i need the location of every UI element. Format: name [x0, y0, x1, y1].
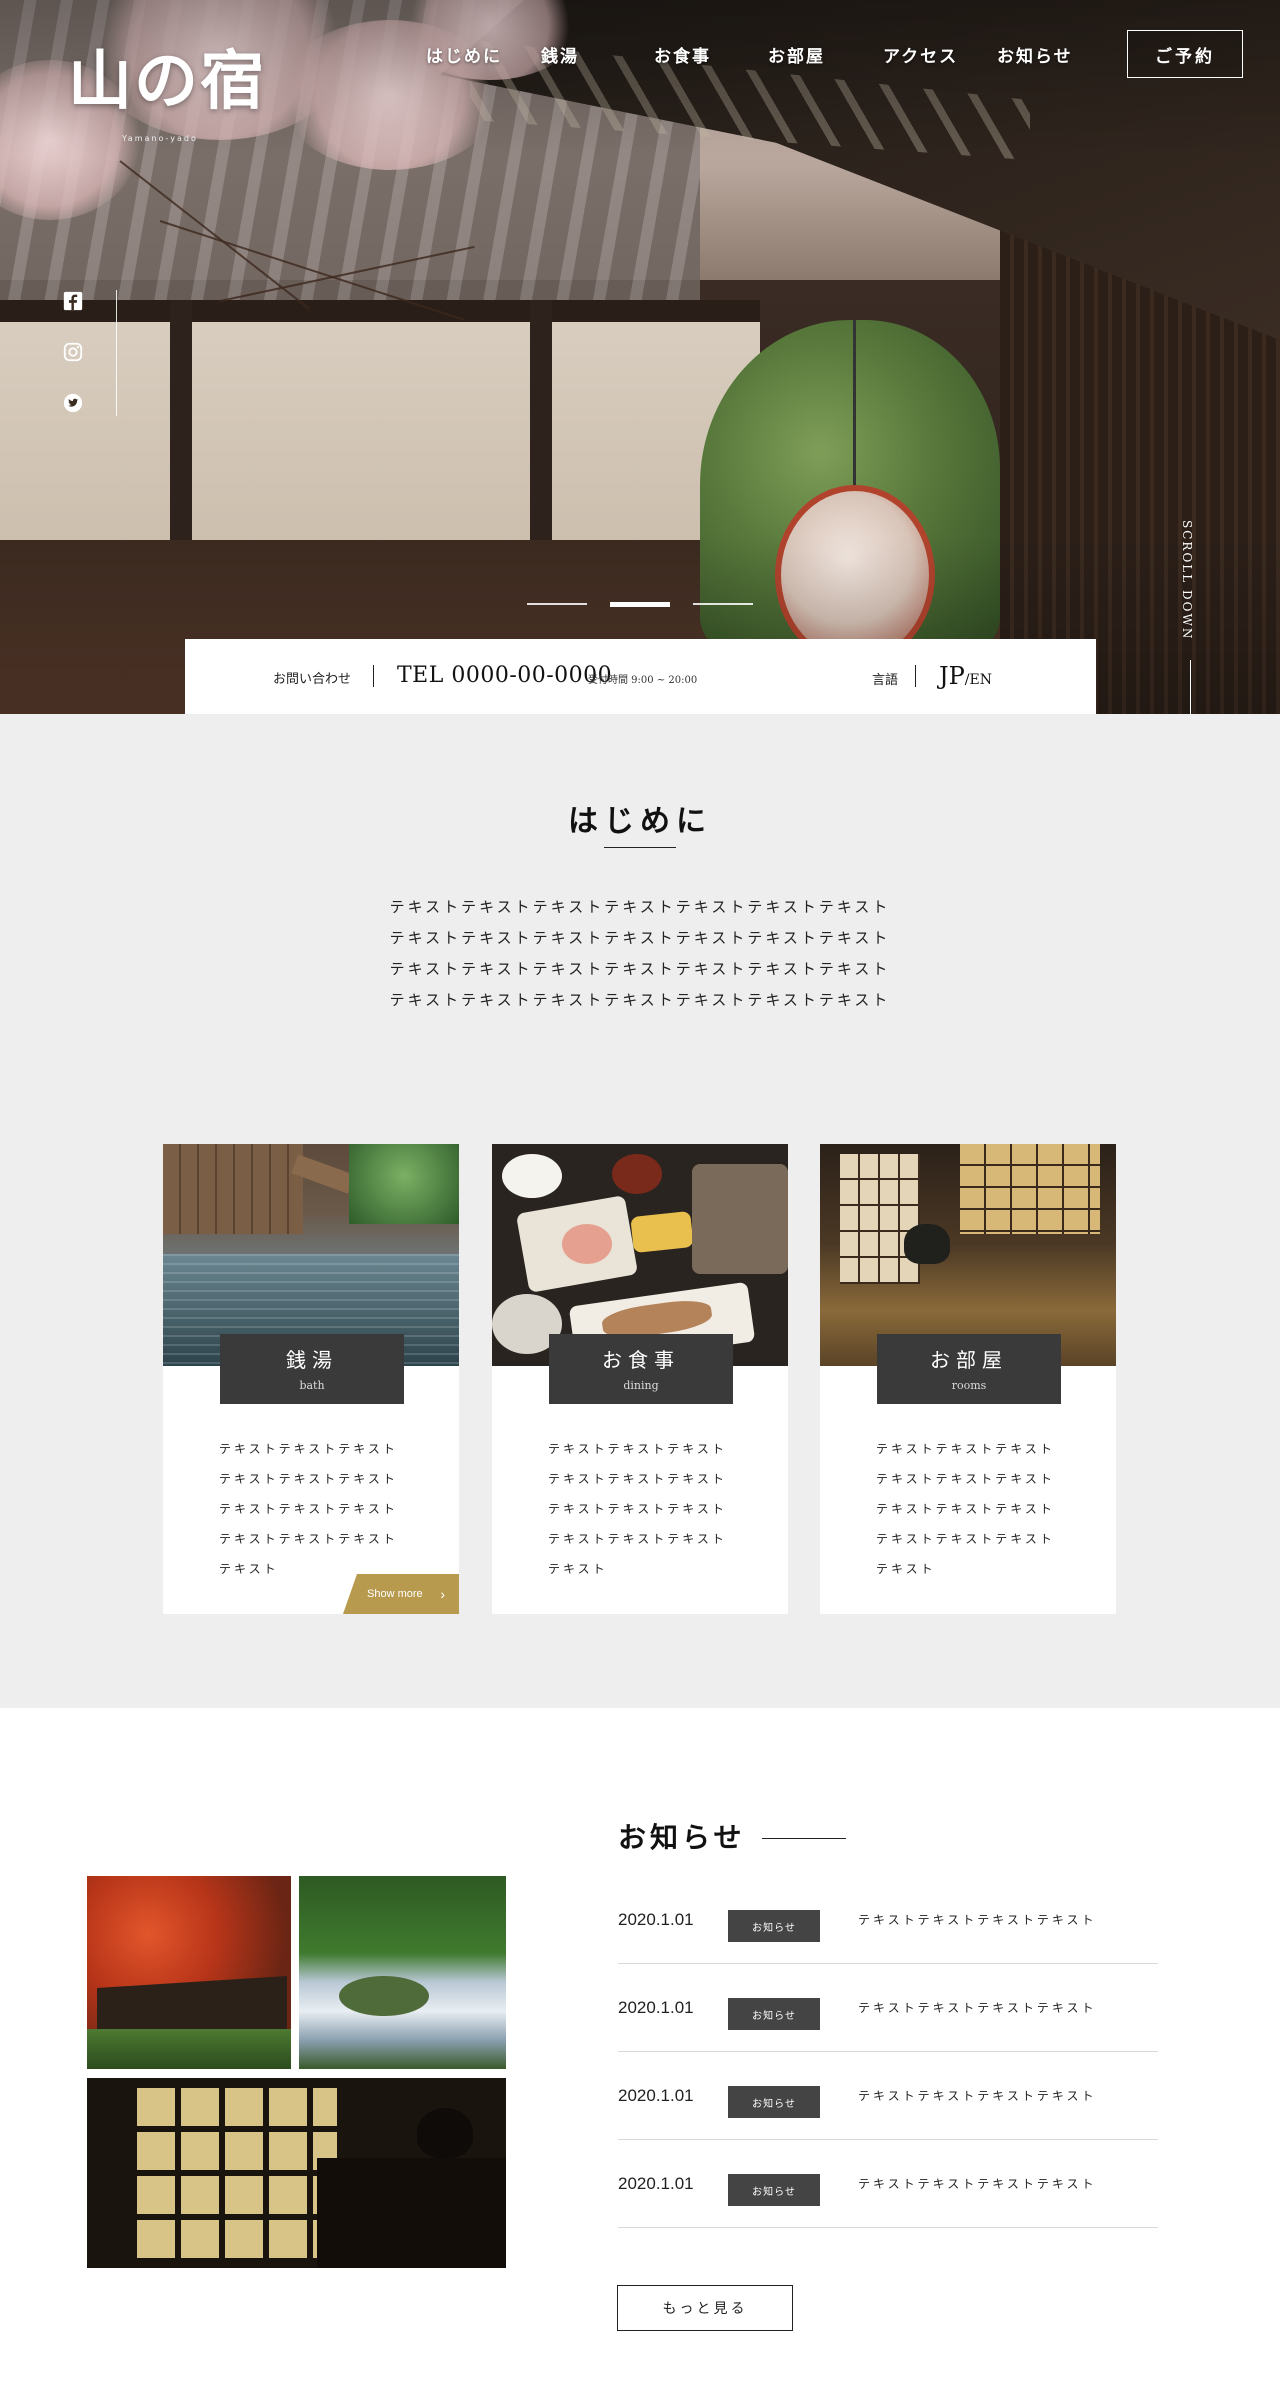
news-date: 2020.1.01 — [618, 1998, 694, 2017]
rooms-kettle — [904, 1224, 950, 1264]
social-links — [60, 290, 120, 420]
card-rooms-text: テキストテキストテキストテキストテキストテキストテキストテキストテキストテキスト… — [876, 1442, 1055, 1576]
language-divider — [915, 665, 916, 687]
scroll-down-line — [1190, 660, 1191, 714]
news-text: テキストテキストテキストテキスト — [858, 2001, 1097, 2015]
nav-item-news[interactable]: お知らせ — [997, 42, 1073, 67]
news-category-badge: お知らせ — [728, 2174, 820, 2206]
slider-dot-1[interactable] — [527, 603, 587, 605]
intro-title: はじめに — [568, 804, 712, 839]
dining-ham — [562, 1224, 612, 1264]
nav-item-intro[interactable]: はじめに — [426, 42, 502, 67]
dining-grill — [692, 1164, 788, 1274]
bath-leaves — [349, 1144, 459, 1224]
shoji-table — [317, 2158, 506, 2268]
card-rooms[interactable]: お部屋 rooms テキストテキストテキストテキストテキストテキストテキストテキ… — [820, 1144, 1116, 1614]
rooms-shoji — [840, 1154, 920, 1284]
intro-line: テキストテキストテキストテキストテキストテキストテキスト — [389, 991, 891, 1009]
contact-divider — [373, 665, 374, 687]
news-text: テキストテキストテキストテキスト — [858, 1913, 1097, 1927]
chevron-right-icon: › — [440, 1586, 445, 1602]
intro-section: はじめに テキストテキストテキストテキストテキストテキストテキスト テキストテキ… — [0, 714, 1280, 1708]
language-en[interactable]: /EN — [965, 672, 992, 688]
news-photo-river — [299, 1876, 506, 2069]
card-bath-title: 銭湯 — [286, 1348, 338, 1372]
card-dining-subtitle: dining — [623, 1379, 659, 1392]
intro-title-underline — [604, 847, 676, 848]
intro-text: テキストテキストテキストテキストテキストテキストテキスト テキストテキストテキス… — [0, 892, 1280, 1016]
global-nav: はじめに 銭湯 お食事 お部屋 アクセス お知らせ — [0, 42, 1280, 67]
contact-bar: お問い合わせ TEL 0000-00-0000 受付時間 9:00 ~ 20:0… — [185, 639, 1096, 714]
news-title: お知らせ — [618, 1821, 746, 1854]
dining-omelet — [630, 1210, 694, 1254]
news-text: テキストテキストテキストテキスト — [858, 2177, 1097, 2191]
card-dining-tag: お食事 dining — [549, 1334, 733, 1404]
slider-dot-3[interactable] — [693, 603, 753, 605]
shoji-kettle — [417, 2108, 473, 2158]
nav-item-access[interactable]: アクセス — [883, 42, 958, 67]
business-hours: 受付時間 9:00 ~ 20:00 — [588, 675, 698, 686]
news-item[interactable]: 2020.1.01 お知らせ テキストテキストテキストテキスト — [618, 2140, 1158, 2228]
autumn-gate — [97, 1976, 287, 2036]
news-item[interactable]: 2020.1.01 お知らせ テキストテキストテキストテキスト — [618, 2052, 1158, 2140]
news-more-button[interactable]: もっと見る — [617, 2285, 793, 2331]
intro-line: テキストテキストテキストテキストテキストテキストテキスト — [389, 960, 891, 978]
card-bath-text: テキストテキストテキストテキストテキストテキストテキストテキストテキストテキスト… — [219, 1442, 398, 1576]
scroll-down-label[interactable]: SCROLL DOWN — [1180, 520, 1194, 640]
language-label: 言語 — [872, 673, 899, 688]
show-more-button[interactable]: Show more › — [343, 1574, 459, 1614]
card-bath[interactable]: 銭湯 bath テキストテキストテキストテキストテキストテキストテキストテキスト… — [163, 1144, 459, 1614]
rooms-shoji — [960, 1144, 1100, 1234]
news-category-badge: お知らせ — [728, 1998, 820, 2030]
contact-label: お問い合わせ — [273, 672, 352, 687]
news-photo-autumn — [87, 1876, 291, 2069]
news-date: 2020.1.01 — [618, 2086, 694, 2105]
twitter-icon[interactable] — [62, 392, 84, 414]
news-photo-shoji — [87, 2078, 506, 2268]
intro-line: テキストテキストテキストテキストテキストテキストテキスト — [389, 929, 891, 947]
nav-item-dining[interactable]: お食事 — [654, 42, 711, 67]
bath-wood — [163, 1144, 303, 1234]
card-bath-tag: 銭湯 bath — [220, 1334, 404, 1404]
dining-rice-bowl — [502, 1154, 562, 1198]
show-more-label: Show more — [367, 1588, 423, 1600]
language-switcher[interactable]: JP/EN — [939, 662, 992, 690]
slider-dots — [0, 602, 1280, 609]
card-rooms-image — [820, 1144, 1116, 1366]
card-bath-subtitle: bath — [299, 1379, 325, 1392]
news-item[interactable]: 2020.1.01 お知らせ テキストテキストテキストテキスト — [618, 1876, 1158, 1964]
instagram-icon[interactable] — [62, 341, 84, 363]
card-rooms-subtitle: rooms — [951, 1379, 987, 1392]
nav-item-bath[interactable]: 銭湯 — [541, 42, 579, 67]
reserve-button[interactable]: ご予約 — [1127, 30, 1243, 78]
logo-subtext: Yamano-yado — [122, 134, 198, 143]
news-item[interactable]: 2020.1.01 お知らせ テキストテキストテキストテキスト — [618, 1964, 1158, 2052]
hero-slider: 山の宿 Yamano-yado はじめに 銭湯 お食事 お部屋 アクセス お知ら… — [0, 0, 1280, 714]
card-dining[interactable]: お食事 dining テキストテキストテキストテキストテキストテキストテキストテ… — [492, 1144, 788, 1614]
river-rocks — [339, 1976, 429, 2016]
news-date: 2020.1.01 — [618, 2174, 694, 2193]
card-rooms-title: お部屋 — [930, 1348, 1008, 1372]
news-section: お知らせ 2020.1.01 お知らせ テキストテキストテキストテキスト 202… — [0, 1708, 1280, 2384]
card-rooms-tag: お部屋 rooms — [877, 1334, 1061, 1404]
facebook-icon[interactable] — [62, 290, 84, 312]
news-date: 2020.1.01 — [618, 1910, 694, 1929]
card-dining-text: テキストテキストテキストテキストテキストテキストテキストテキストテキストテキスト… — [548, 1442, 727, 1576]
news-category-badge: お知らせ — [728, 1910, 820, 1942]
card-dining-title: お食事 — [602, 1348, 680, 1372]
card-bath-image — [163, 1144, 459, 1366]
news-text: テキストテキストテキストテキスト — [858, 2089, 1097, 2103]
social-divider — [116, 290, 117, 416]
intro-line: テキストテキストテキストテキストテキストテキストテキスト — [389, 898, 891, 916]
language-jp[interactable]: JP — [939, 662, 965, 690]
nav-item-rooms[interactable]: お部屋 — [768, 42, 825, 67]
phone-number[interactable]: TEL 0000-00-0000 — [397, 663, 612, 688]
autumn-grass — [87, 2029, 291, 2069]
shoji-panes — [137, 2088, 337, 2258]
news-title-line — [762, 1838, 846, 1839]
dining-soup-bowl — [612, 1154, 662, 1194]
card-dining-image — [492, 1144, 788, 1367]
slider-dot-2[interactable] — [610, 602, 670, 607]
news-category-badge: お知らせ — [728, 2086, 820, 2118]
